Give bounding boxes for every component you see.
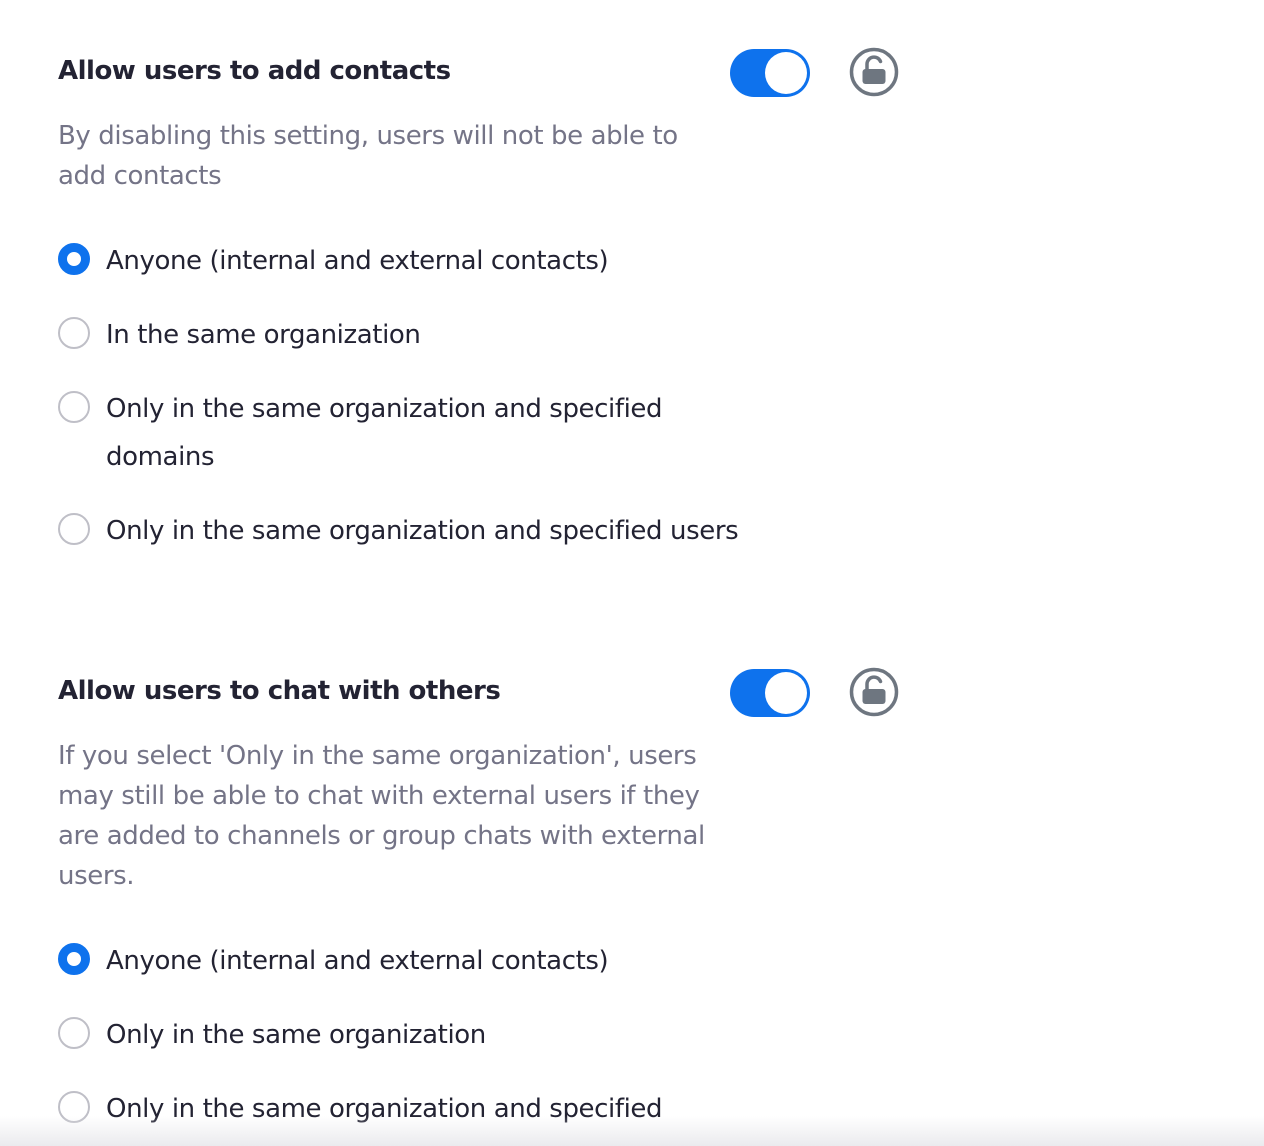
radio-option-label: Only in the same organization and specif… (106, 516, 739, 546)
radio-button-selected[interactable] (58, 243, 90, 275)
radio-button-selected[interactable] (58, 943, 90, 975)
unlock-icon[interactable] (849, 667, 899, 717)
radio-option-label: Anyone (internal and external contacts) (106, 246, 609, 276)
radio-option-label: Only in the same organization (106, 1020, 486, 1050)
radio-button[interactable] (58, 513, 90, 545)
radio-option-label: In the same organization (106, 320, 421, 350)
setting-title: Allow users to add contacts (58, 56, 451, 86)
radio-button[interactable] (58, 1017, 90, 1049)
radio-option-anyone[interactable]: Anyone (internal and external contacts) (58, 943, 758, 983)
add-contacts-toggle[interactable] (730, 49, 810, 97)
radio-option-label: Anyone (internal and external contacts) (106, 946, 609, 976)
radio-option-specified-domains[interactable]: Only in the same organization and specif… (58, 391, 758, 481)
radio-option-label: Only in the same organization and specif… (106, 394, 663, 472)
setting-description: If you select 'Only in the same organiza… (58, 741, 705, 891)
radio-option-anyone[interactable]: Anyone (internal and external contacts) (58, 243, 758, 283)
toggle-knob (765, 672, 807, 714)
setting-title: Allow users to chat with others (58, 676, 501, 706)
radio-option-same-organization[interactable]: Only in the same organization (58, 1017, 758, 1057)
setting-description: By disabling this setting, users will no… (58, 121, 678, 191)
radio-option-label: Only in the same organization and specif… (106, 1094, 663, 1124)
radio-button[interactable] (58, 317, 90, 349)
setting-allow-add-contacts: Allow users to add contacts By disabling… (0, 0, 1264, 580)
radio-button[interactable] (58, 1091, 90, 1123)
unlock-icon[interactable] (849, 47, 899, 97)
radio-button[interactable] (58, 391, 90, 423)
chat-with-others-toggle[interactable] (730, 669, 810, 717)
toggle-knob (765, 52, 807, 94)
radio-option-specified-users[interactable]: Only in the same organization and specif… (58, 513, 758, 553)
radio-option-same-organization[interactable]: In the same organization (58, 317, 758, 357)
radio-option-specified-domains[interactable]: Only in the same organization and specif… (58, 1091, 758, 1131)
